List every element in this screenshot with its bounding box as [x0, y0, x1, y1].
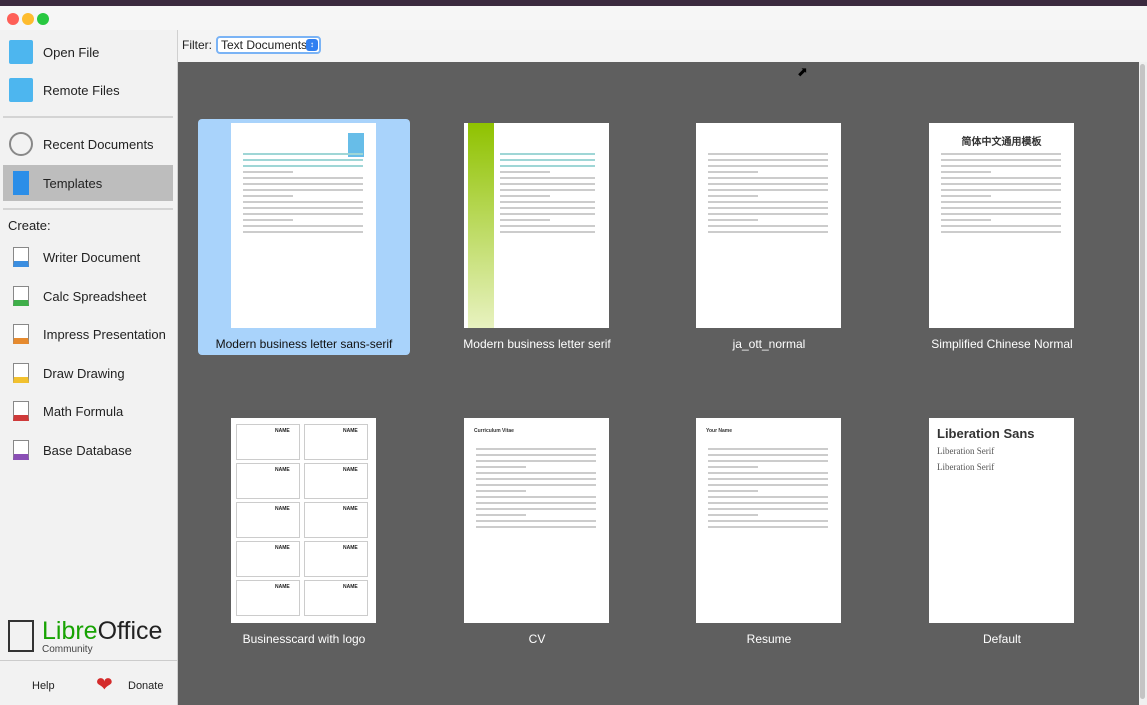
templates-label: Templates [43, 175, 103, 191]
template-name: CV [528, 632, 546, 646]
template-thumbnail: Liberation Sans Liberation Serif Liberatio… [929, 418, 1074, 623]
sidebar-footer: Help ❤ Donate [0, 660, 178, 705]
help-button[interactable]: Help [32, 680, 55, 692]
open-file-label: Open File [43, 44, 100, 60]
draw-icon [13, 363, 29, 383]
template-name: Modern business letter serif [463, 337, 611, 351]
thumbnail-heading: 简体中文通用模板 [961, 137, 1042, 148]
create-item-label: Writer Document [43, 249, 141, 265]
logo-libre: Libre [42, 617, 98, 645]
template-grid: Modern business letter sans-serif Modern … [178, 62, 1147, 705]
thumbnail-heading: Curriculum Vitae [474, 428, 514, 434]
divider [3, 208, 173, 210]
template-name: Modern business letter sans-serif [215, 337, 393, 351]
create-math-formula[interactable]: Math Formula [3, 393, 173, 429]
heart-icon: ❤ [96, 674, 113, 696]
template-thumbnail [231, 123, 376, 328]
libreoffice-logo: LibreOffice Community [8, 618, 162, 655]
create-item-label: Base Database [43, 442, 132, 458]
create-writer-document[interactable]: Writer Document [3, 239, 173, 275]
template-item[interactable]: Liberation Sans Liberation Serif Liberatio… [896, 414, 1108, 650]
template-item[interactable]: ja_ott_normal [663, 119, 875, 355]
template-thumbnail: Your Name [696, 418, 841, 623]
document-logo-icon [8, 620, 34, 652]
sidebar-item-templates[interactable]: Templates [3, 165, 173, 201]
folder-icon [9, 40, 33, 64]
template-name: ja_ott_normal [732, 337, 806, 351]
minimize-window-button[interactable] [22, 13, 34, 25]
create-calc-spreadsheet[interactable]: Calc Spreadsheet [3, 278, 173, 314]
logo-community: Community [42, 644, 93, 655]
template-thumbnail: 简体中文通用模板 [929, 123, 1074, 328]
logo-office: Office [97, 617, 163, 645]
filter-value: Text Documents [221, 38, 308, 52]
clock-icon [9, 132, 33, 156]
create-item-label: Impress Presentation [43, 326, 166, 342]
template-thumbnail [696, 123, 841, 328]
template-name: Simplified Chinese Normal [931, 337, 1073, 351]
create-item-label: Math Formula [43, 403, 124, 419]
template-item[interactable]: 简体中文通用模板 Simplified Chinese Normal [896, 119, 1108, 355]
sidebar-item-remote-files[interactable]: Remote Files [3, 72, 173, 108]
thumbnail-line: Liberation Serif [937, 462, 995, 472]
template-item[interactable]: Your Name Resume [663, 414, 875, 650]
template-name: Default [982, 632, 1022, 646]
create-item-label: Draw Drawing [43, 365, 125, 381]
sidebar: Open File Remote Files Recent Documents … [0, 30, 178, 705]
filter-bar: Filter: Text Documents ↕ [178, 30, 1147, 62]
recent-documents-label: Recent Documents [43, 136, 154, 152]
create-base-database[interactable]: Base Database [3, 432, 173, 468]
remote-folder-icon [9, 78, 33, 102]
close-window-button[interactable] [7, 13, 19, 25]
divider [3, 116, 173, 118]
template-item[interactable]: Modern business letter serif [431, 119, 643, 355]
scrollbar-thumb[interactable] [1140, 64, 1145, 699]
template-name: Resume [746, 632, 792, 646]
thumbnail-line: Liberation Serif [937, 446, 995, 456]
writer-icon [13, 247, 29, 267]
mouse-cursor-icon: ⬈ [797, 64, 808, 79]
template-item[interactable]: Modern business letter sans-serif [198, 119, 410, 355]
scrollbar[interactable] [1139, 62, 1147, 705]
base-icon [13, 440, 29, 460]
filter-select[interactable]: Text Documents ↕ [216, 36, 321, 54]
math-icon [13, 401, 29, 421]
thumbnail-heading: Liberation Sans [937, 426, 1035, 441]
template-thumbnail: Curriculum Vitae [464, 418, 609, 623]
remote-files-label: Remote Files [43, 82, 120, 98]
sidebar-item-recent-documents[interactable]: Recent Documents [3, 126, 173, 162]
sidebar-item-open-file[interactable]: Open File [3, 34, 173, 70]
title-bar [0, 6, 1147, 30]
template-thumbnail: NAME NAME NAME NAME NAME NAME NAME NAME NAME NAME [231, 418, 376, 623]
thumbnail-heading: Your Name [706, 428, 733, 434]
template-item[interactable]: NAME NAME NAME NAME NAME NAME NAME NAME NAME NAME… [198, 414, 410, 650]
template-thumbnail [464, 123, 609, 328]
template-item[interactable]: Curriculum Vitae CV [431, 414, 643, 650]
zoom-window-button[interactable] [37, 13, 49, 25]
create-impress-presentation[interactable]: Impress Presentation [3, 316, 173, 352]
create-draw-drawing[interactable]: Draw Drawing [3, 355, 173, 391]
calc-icon [13, 286, 29, 306]
create-item-label: Calc Spreadsheet [43, 288, 147, 304]
chevron-updown-icon: ↕ [306, 39, 318, 51]
donate-button[interactable]: Donate [128, 680, 163, 692]
impress-icon [13, 324, 29, 344]
create-label: Create: [8, 218, 51, 233]
template-name: Businesscard with logo [242, 632, 366, 646]
green-bar [468, 123, 494, 328]
filter-label: Filter: [182, 38, 212, 52]
templates-icon [13, 171, 29, 195]
